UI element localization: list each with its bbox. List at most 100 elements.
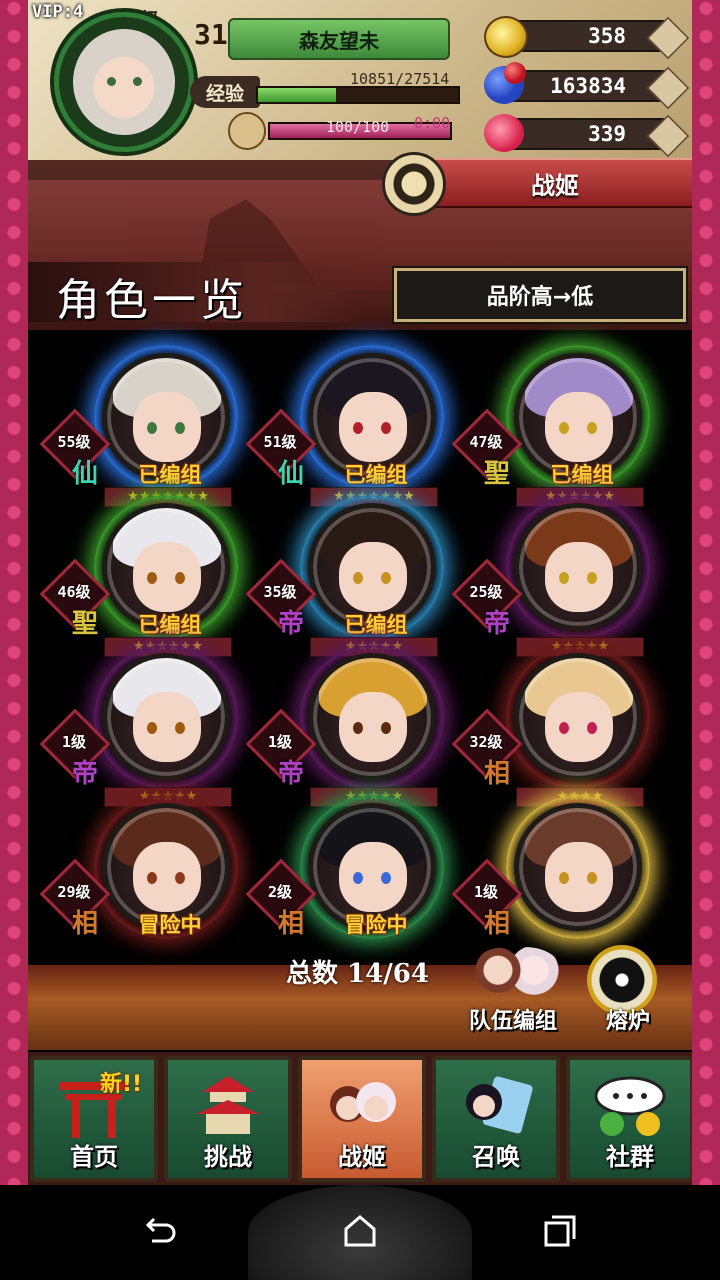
total-value: 14/64	[347, 959, 429, 989]
portrait-face	[339, 392, 407, 462]
character-level: 55级	[57, 433, 91, 451]
game-screen: VIP:4 等级 31 森友望未 经验 10851/27514 100/100 …	[28, 0, 692, 1185]
character-level: 35级	[263, 583, 297, 601]
portrait-hair	[525, 808, 633, 868]
heart-icon	[484, 114, 524, 152]
character-level: 25级	[469, 583, 503, 601]
list-title-banner: 角色一览	[28, 262, 368, 326]
character-level: 47级	[469, 433, 503, 451]
portrait-hair	[113, 658, 221, 718]
portrait-hair	[319, 808, 427, 868]
player-name: 森友望未	[228, 18, 450, 60]
forge-label: 熔炉	[605, 1009, 650, 1034]
character-rank: 帝	[278, 609, 305, 639]
nav-home[interactable]: 新!! 首页	[30, 1056, 158, 1182]
gold-coin-icon	[484, 16, 528, 58]
character-rank: 帝	[72, 759, 99, 789]
portrait-hair	[525, 658, 633, 718]
portrait-face	[133, 842, 201, 912]
stamina-timer: 0:00	[414, 114, 451, 132]
portrait-hair	[319, 508, 427, 568]
currency-hearts: 339	[476, 112, 690, 158]
chat-bubble-icon	[592, 1074, 668, 1138]
nav-summon-label: 召唤	[472, 1143, 520, 1171]
character-portrait	[514, 503, 642, 631]
forge-button[interactable]: 熔炉	[573, 945, 683, 1040]
character-rank: 聖	[72, 609, 99, 639]
princess-icon	[324, 1074, 400, 1138]
character-rank: 仙	[278, 459, 305, 489]
portrait-face	[133, 392, 201, 462]
portrait-face	[133, 542, 201, 612]
sort-button[interactable]: 品阶高→低	[392, 266, 688, 324]
character-status: 已编组	[550, 463, 614, 487]
tab-title: 战姬	[418, 158, 692, 208]
player-level: 31	[194, 18, 228, 51]
team-formation-button[interactable]: 队伍编组	[453, 945, 573, 1040]
right-border-pattern	[692, 0, 720, 1185]
character-rank: 相	[278, 909, 305, 939]
character-status: 已编组	[344, 613, 408, 637]
android-nav-bar	[0, 1185, 720, 1280]
header: VIP:4 等级 31 森友望未 经验 10851/27514 100/100 …	[28, 0, 692, 330]
character-level: 2级	[267, 883, 293, 901]
character-card[interactable]: 35级帝已编组★★★★★	[245, 495, 448, 657]
stamina-icon	[228, 112, 266, 150]
nav-home-label: 首页	[70, 1143, 118, 1171]
player-avatar[interactable]	[54, 12, 194, 152]
nav-princess[interactable]: 战姬	[298, 1056, 426, 1182]
character-portrait	[308, 653, 436, 781]
character-card[interactable]: 46级聖已编组★★★★★★	[39, 495, 242, 657]
exp-row: 经验 10851/27514	[190, 70, 460, 110]
character-card[interactable]: 47级聖已编组★★★★★★	[451, 345, 654, 507]
nav-challenge[interactable]: 挑战	[164, 1056, 292, 1182]
nav-community-label: 社群	[606, 1143, 654, 1171]
list-title: 角色一览	[56, 275, 248, 326]
exp-bar	[256, 86, 460, 104]
summon-icon	[458, 1074, 534, 1138]
portrait-face	[545, 392, 613, 462]
bottom-nav: 新!! 首页 挑战 战姬 召唤 社群	[28, 1052, 692, 1185]
character-rank: 帝	[278, 759, 305, 789]
character-portrait	[514, 653, 642, 781]
portrait-hair	[113, 808, 221, 868]
nav-princess-label: 战姬	[338, 1143, 386, 1171]
character-rank: 相	[484, 909, 511, 939]
portrait-hair	[113, 358, 221, 418]
portrait-face	[339, 842, 407, 912]
dharma-wheel-icon	[382, 152, 446, 216]
character-portrait	[514, 803, 642, 931]
character-rank: 仙	[72, 459, 99, 489]
character-card[interactable]: 32级相★★★★	[451, 645, 654, 807]
exp-label: 经验	[190, 76, 260, 108]
character-level: 1级	[61, 733, 87, 751]
vip-level: VIP:4	[32, 2, 84, 22]
stamina-value: 100/100	[326, 118, 390, 136]
stamina-row: 100/100 0:00	[228, 112, 468, 150]
home-icon[interactable]	[342, 1213, 378, 1260]
back-icon[interactable]	[142, 1213, 178, 1260]
character-card[interactable]: 25级帝★★★★★	[451, 495, 654, 657]
avatar-face	[73, 29, 175, 135]
character-level: 1级	[473, 883, 499, 901]
left-border-pattern	[0, 0, 28, 1185]
nav-summon[interactable]: 召唤	[432, 1056, 560, 1182]
nav-community[interactable]: 社群	[566, 1056, 692, 1182]
portrait-face	[339, 692, 407, 762]
pagoda-icon	[190, 1074, 266, 1138]
character-level: 46级	[57, 583, 91, 601]
character-card[interactable]: 2级相 冒险中	[245, 795, 448, 945]
character-card[interactable]: 1级相	[451, 795, 654, 945]
portrait-face	[133, 692, 201, 762]
character-card[interactable]: 51级仙已编组★★★★★★★	[245, 345, 448, 507]
portrait-hair	[113, 508, 221, 568]
character-card[interactable]: 55级仙已编组★★★★★★★	[39, 345, 242, 507]
recents-icon[interactable]	[542, 1213, 578, 1260]
character-card[interactable]: 1级帝★★★★★	[39, 645, 242, 807]
character-card[interactable]: 29级相 冒险中	[39, 795, 242, 945]
portrait-face	[545, 842, 613, 912]
character-card[interactable]: 1级帝★★★★★	[245, 645, 448, 807]
character-rank: 帝	[484, 609, 511, 639]
character-rank: 相	[484, 759, 511, 789]
gems-value: 163834	[506, 70, 668, 102]
